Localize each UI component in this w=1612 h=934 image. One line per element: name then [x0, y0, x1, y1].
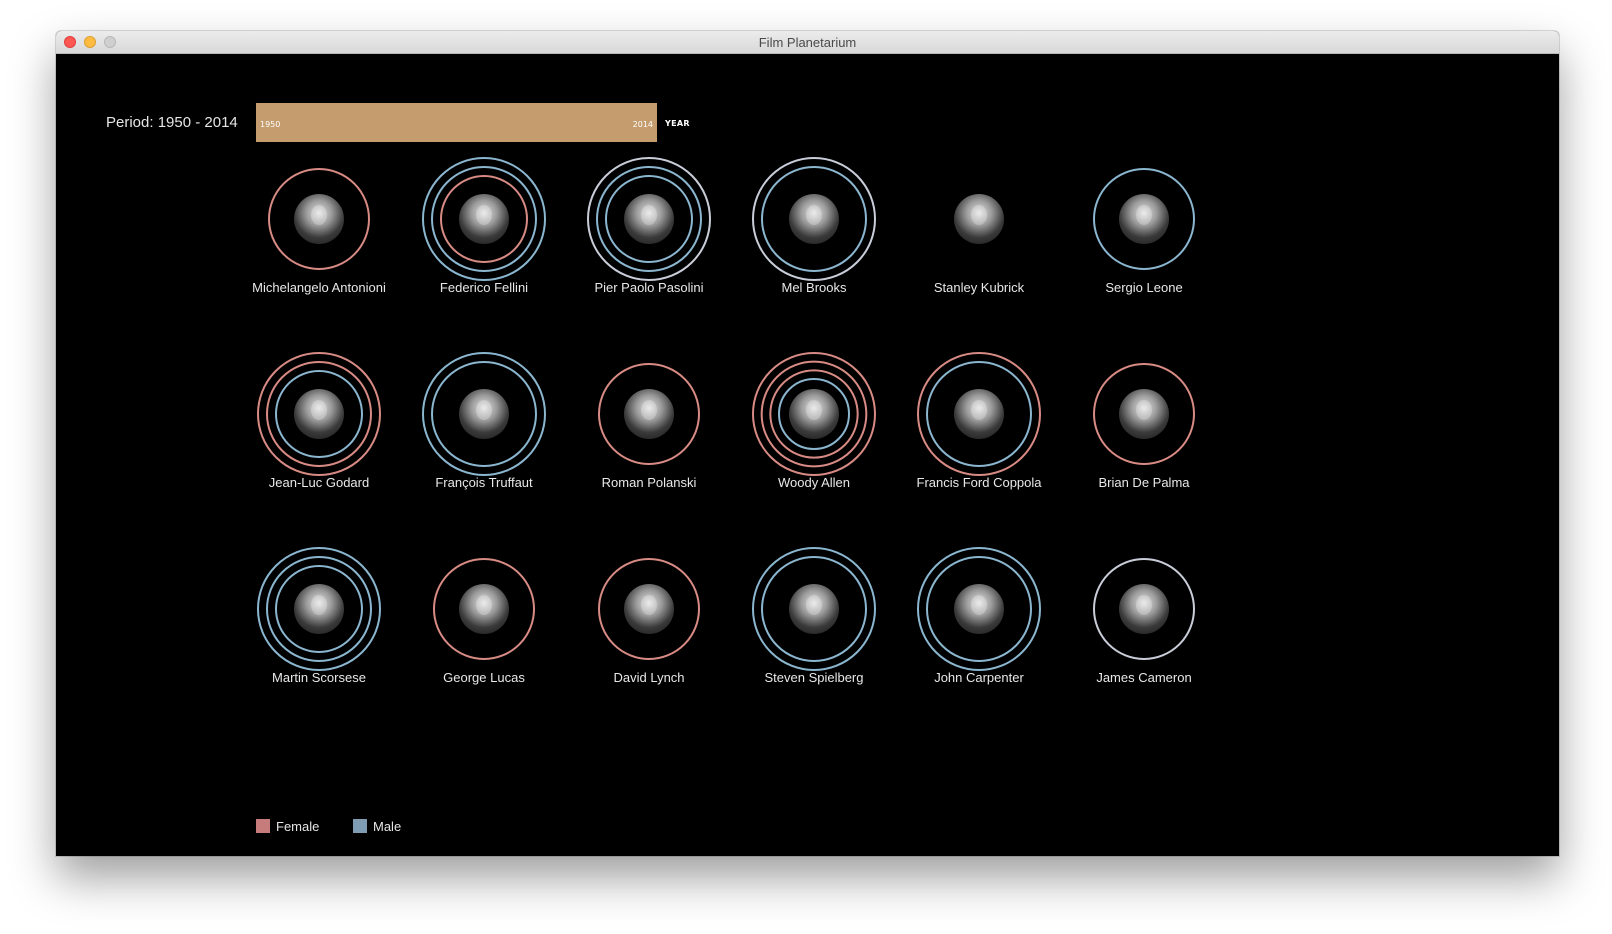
director-name: Stanley Kubrick — [933, 280, 1025, 295]
director-portrait — [294, 194, 344, 244]
director-name: François Truffaut — [435, 475, 533, 490]
director-name: Roman Polanski — [601, 475, 697, 490]
director-portrait — [954, 389, 1004, 439]
director-portrait — [294, 584, 344, 634]
director-portrait — [1119, 194, 1169, 244]
legend-label-male: Male — [373, 819, 402, 834]
director-portrait — [624, 584, 674, 634]
director-name: Brian De Palma — [1098, 475, 1190, 490]
director-node[interactable]: Brian De Palma — [1059, 349, 1229, 509]
director-portrait — [459, 389, 509, 439]
director-node[interactable]: Roman Polanski — [564, 349, 734, 509]
director-portrait — [789, 194, 839, 244]
director-node[interactable]: David Lynch — [564, 544, 734, 704]
director-node[interactable]: Steven Spielberg — [729, 544, 899, 704]
legend-item-male[interactable]: Male — [353, 819, 401, 834]
director-node[interactable]: Francis Ford Coppola — [894, 349, 1064, 509]
director-portrait — [789, 584, 839, 634]
timeline-axis-label: YEAR — [665, 119, 690, 128]
title-bar[interactable]: Film Planetarium — [56, 31, 1559, 54]
window-title: Film Planetarium — [758, 35, 857, 50]
director-name: Pier Paolo Pasolini — [594, 280, 704, 295]
director-node[interactable]: Woody Allen — [729, 349, 899, 509]
director-portrait — [459, 194, 509, 244]
director-node[interactable]: John Carpenter — [894, 544, 1064, 704]
director-node[interactable]: Michelangelo Antonioni — [234, 154, 404, 314]
director-portrait — [624, 389, 674, 439]
director-portrait — [459, 584, 509, 634]
director-name: Jean-Luc Godard — [268, 475, 370, 490]
director-name: Mel Brooks — [781, 280, 847, 295]
director-name: Martin Scorsese — [272, 670, 366, 685]
director-node[interactable]: Stanley Kubrick — [894, 154, 1064, 314]
app-window: Film Planetarium Period: 1950 - 2014 195… — [56, 31, 1559, 856]
director-portrait — [789, 389, 839, 439]
director-node[interactable]: Martin Scorsese — [234, 544, 404, 704]
legend-item-female[interactable]: Female — [256, 819, 319, 834]
director-portrait — [954, 584, 1004, 634]
director-portrait — [624, 194, 674, 244]
timeline-start-label: 1950 — [260, 120, 281, 129]
period-label: Period: 1950 - 2014 — [106, 114, 238, 131]
legend-swatch-male — [353, 819, 367, 833]
director-name: Woody Allen — [777, 475, 851, 490]
director-name: Sergio Leone — [1105, 280, 1183, 295]
director-portrait — [1119, 389, 1169, 439]
director-node[interactable]: George Lucas — [399, 544, 569, 704]
director-node[interactable]: Pier Paolo Pasolini — [564, 154, 734, 314]
director-node[interactable]: Federico Fellini — [399, 154, 569, 314]
period-range-bar[interactable]: 1950 2014 — [256, 103, 657, 142]
director-name: James Cameron — [1096, 670, 1192, 685]
director-node[interactable]: James Cameron — [1059, 544, 1229, 704]
main-canvas: Period: 1950 - 2014 1950 2014 YEAR Miche… — [56, 54, 1559, 856]
director-portrait — [1119, 584, 1169, 634]
director-node[interactable]: Jean-Luc Godard — [234, 349, 404, 509]
director-name: David Lynch — [613, 670, 685, 685]
legend-swatch-female — [256, 819, 270, 833]
director-portrait — [294, 389, 344, 439]
director-name: Francis Ford Coppola — [916, 475, 1042, 490]
timeline-end-label: 2014 — [632, 120, 653, 129]
legend-label-female: Female — [276, 819, 320, 834]
director-node[interactable]: François Truffaut — [399, 349, 569, 509]
director-name: John Carpenter — [934, 670, 1024, 685]
director-name: Steven Spielberg — [764, 670, 864, 685]
director-portrait — [954, 194, 1004, 244]
director-node[interactable]: Sergio Leone — [1059, 154, 1229, 314]
director-node[interactable]: Mel Brooks — [729, 154, 899, 314]
director-name: Federico Fellini — [439, 280, 529, 295]
director-name: Michelangelo Antonioni — [252, 280, 386, 295]
director-name: George Lucas — [443, 670, 525, 685]
